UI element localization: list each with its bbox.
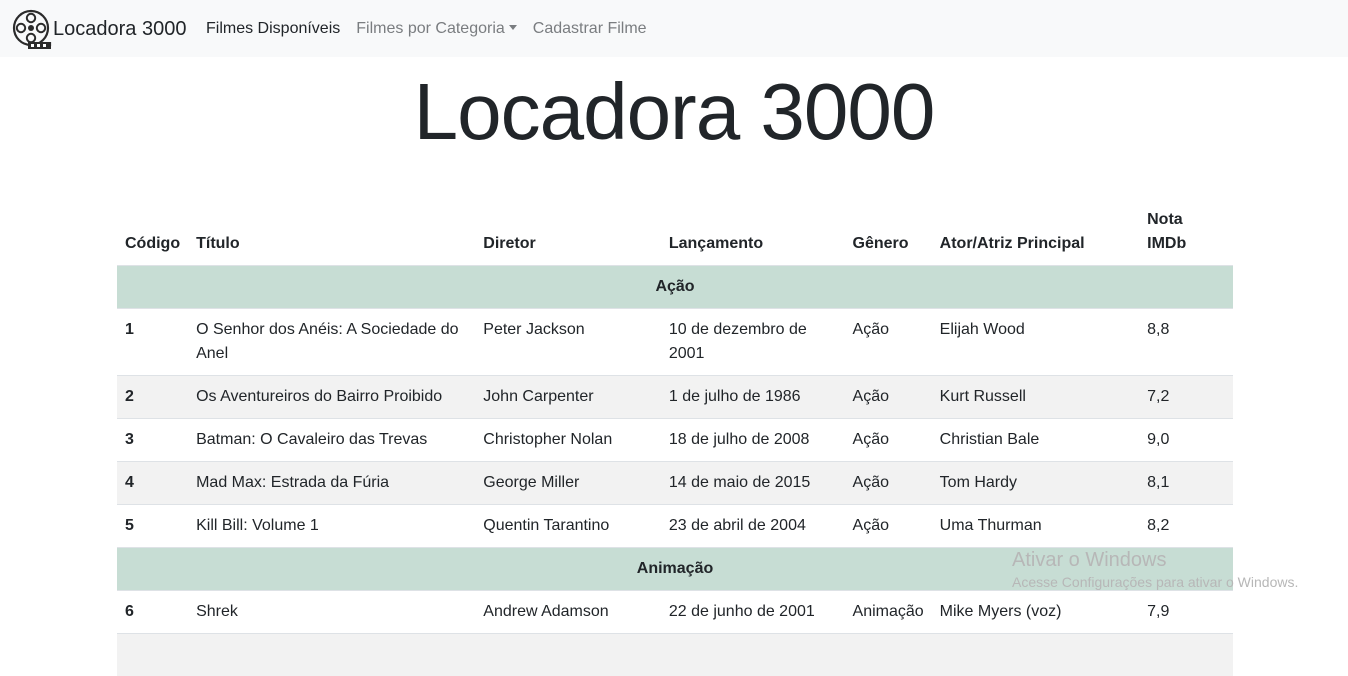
caret-down-icon	[508, 24, 517, 30]
header-codigo: Código	[117, 205, 189, 266]
table-row: 2 Os Aventureiros do Bairro Proibido Joh…	[117, 374, 1233, 418]
brand-name: Locadora 3000	[53, 17, 187, 40]
header-ator: Ator/Atriz Principal	[931, 205, 1140, 266]
table-row: 6 Shrek Andrew Adamson 22 de junho de 20…	[117, 589, 1233, 633]
cell-diretor: Christopher Nolan	[475, 417, 661, 461]
cell-nota: 8,1	[1139, 460, 1233, 504]
cell-genero: Ação	[844, 307, 932, 375]
cell-diretor: John Carpenter	[475, 374, 661, 418]
nav-dropdown-filmes-por-categoria[interactable]: Filmes por Categoria	[356, 20, 517, 38]
header-nota-imdb: Nota IMDb	[1139, 205, 1233, 266]
cell-titulo: Mad Max: Estrada da Fúria	[188, 460, 476, 504]
group-label: Animação	[117, 546, 1233, 590]
navbar-brand[interactable]: Locadora 3000	[12, 8, 186, 50]
nav-link-filmes-disponiveis[interactable]: Filmes Disponíveis	[206, 20, 340, 38]
cell-nota: 7,2	[1139, 374, 1233, 418]
cell-nota: 7,9	[1139, 589, 1233, 633]
group-row-animacao: Animação	[117, 546, 1233, 590]
cell-diretor: Andrew Adamson	[475, 589, 661, 633]
cell-lancamento: 18 de julho de 2008	[660, 417, 845, 461]
cell-genero: Ação	[844, 503, 932, 547]
table-row: 5 Kill Bill: Volume 1 Quentin Tarantino …	[117, 503, 1233, 547]
cell-titulo: Kill Bill: Volume 1	[188, 503, 476, 547]
table-row: 3 Batman: O Cavaleiro das Trevas Christo…	[117, 417, 1233, 461]
group-label: Ação	[117, 264, 1233, 308]
navbar: Locadora 3000 Filmes Disponíveis Filmes …	[0, 0, 1348, 57]
group-row-acao: Ação	[117, 264, 1233, 308]
page-title: Locadora 3000	[413, 67, 936, 156]
cell-ator: Tom Hardy	[931, 460, 1140, 504]
cell-genero: Ação	[844, 374, 932, 418]
cell-codigo: 4	[117, 460, 189, 504]
cell-titulo: Batman: O Cavaleiro das Trevas	[188, 417, 476, 461]
cell-codigo: 3	[117, 417, 189, 461]
cell-ator: Kurt Russell	[931, 374, 1140, 418]
cell-lancamento: 1 de julho de 1986	[660, 374, 845, 418]
cell-titulo: O Senhor dos Anéis: A Sociedade do Anel	[188, 307, 476, 375]
header-titulo: Título	[188, 205, 476, 266]
cell-empty	[117, 632, 1233, 676]
cell-titulo: Os Aventureiros do Bairro Proibido	[188, 374, 476, 418]
cell-ator: Elijah Wood	[931, 307, 1140, 375]
cell-ator: Uma Thurman	[931, 503, 1140, 547]
cell-nota: 8,8	[1139, 307, 1233, 375]
cell-lancamento: 14 de maio de 2015	[660, 460, 845, 504]
cell-titulo: Shrek	[188, 589, 476, 633]
cell-diretor: Peter Jackson	[475, 307, 661, 375]
cell-nota: 8,2	[1139, 503, 1233, 547]
film-reel-icon	[12, 9, 52, 49]
cell-codigo: 2	[117, 374, 189, 418]
table-header-row: Código Título Diretor Lançamento Gênero …	[117, 205, 1233, 266]
nav-link-cadastrar-filme[interactable]: Cadastrar Filme	[533, 20, 647, 38]
cell-lancamento: 23 de abril de 2004	[660, 503, 845, 547]
cell-codigo: 1	[117, 307, 189, 375]
cell-diretor: George Miller	[475, 460, 661, 504]
cell-genero: Animação	[844, 589, 932, 633]
header-diretor: Diretor	[475, 205, 661, 266]
cell-genero: Ação	[844, 417, 932, 461]
cell-genero: Ação	[844, 460, 932, 504]
header-lancamento: Lançamento	[660, 205, 845, 266]
cell-lancamento: 22 de junho de 2001	[660, 589, 845, 633]
nav-dropdown-label: Filmes por Categoria	[356, 19, 505, 37]
cell-codigo: 5	[117, 503, 189, 547]
cell-ator: Christian Bale	[931, 417, 1140, 461]
table-row: 1 O Senhor dos Anéis: A Sociedade do Ane…	[117, 307, 1233, 375]
header-genero: Gênero	[844, 205, 932, 266]
table-row: 4 Mad Max: Estrada da Fúria George Mille…	[117, 460, 1233, 504]
cell-diretor: Quentin Tarantino	[475, 503, 661, 547]
table-row	[117, 632, 1233, 676]
movies-table: Código Título Diretor Lançamento Gênero …	[117, 205, 1233, 676]
cell-codigo: 6	[117, 589, 189, 633]
cell-ator: Mike Myers (voz)	[931, 589, 1140, 633]
cell-nota: 9,0	[1139, 417, 1233, 461]
nav-links: Filmes Disponíveis Filmes por Categoria …	[206, 0, 663, 57]
cell-lancamento: 10 de dezembro de 2001	[660, 307, 845, 375]
